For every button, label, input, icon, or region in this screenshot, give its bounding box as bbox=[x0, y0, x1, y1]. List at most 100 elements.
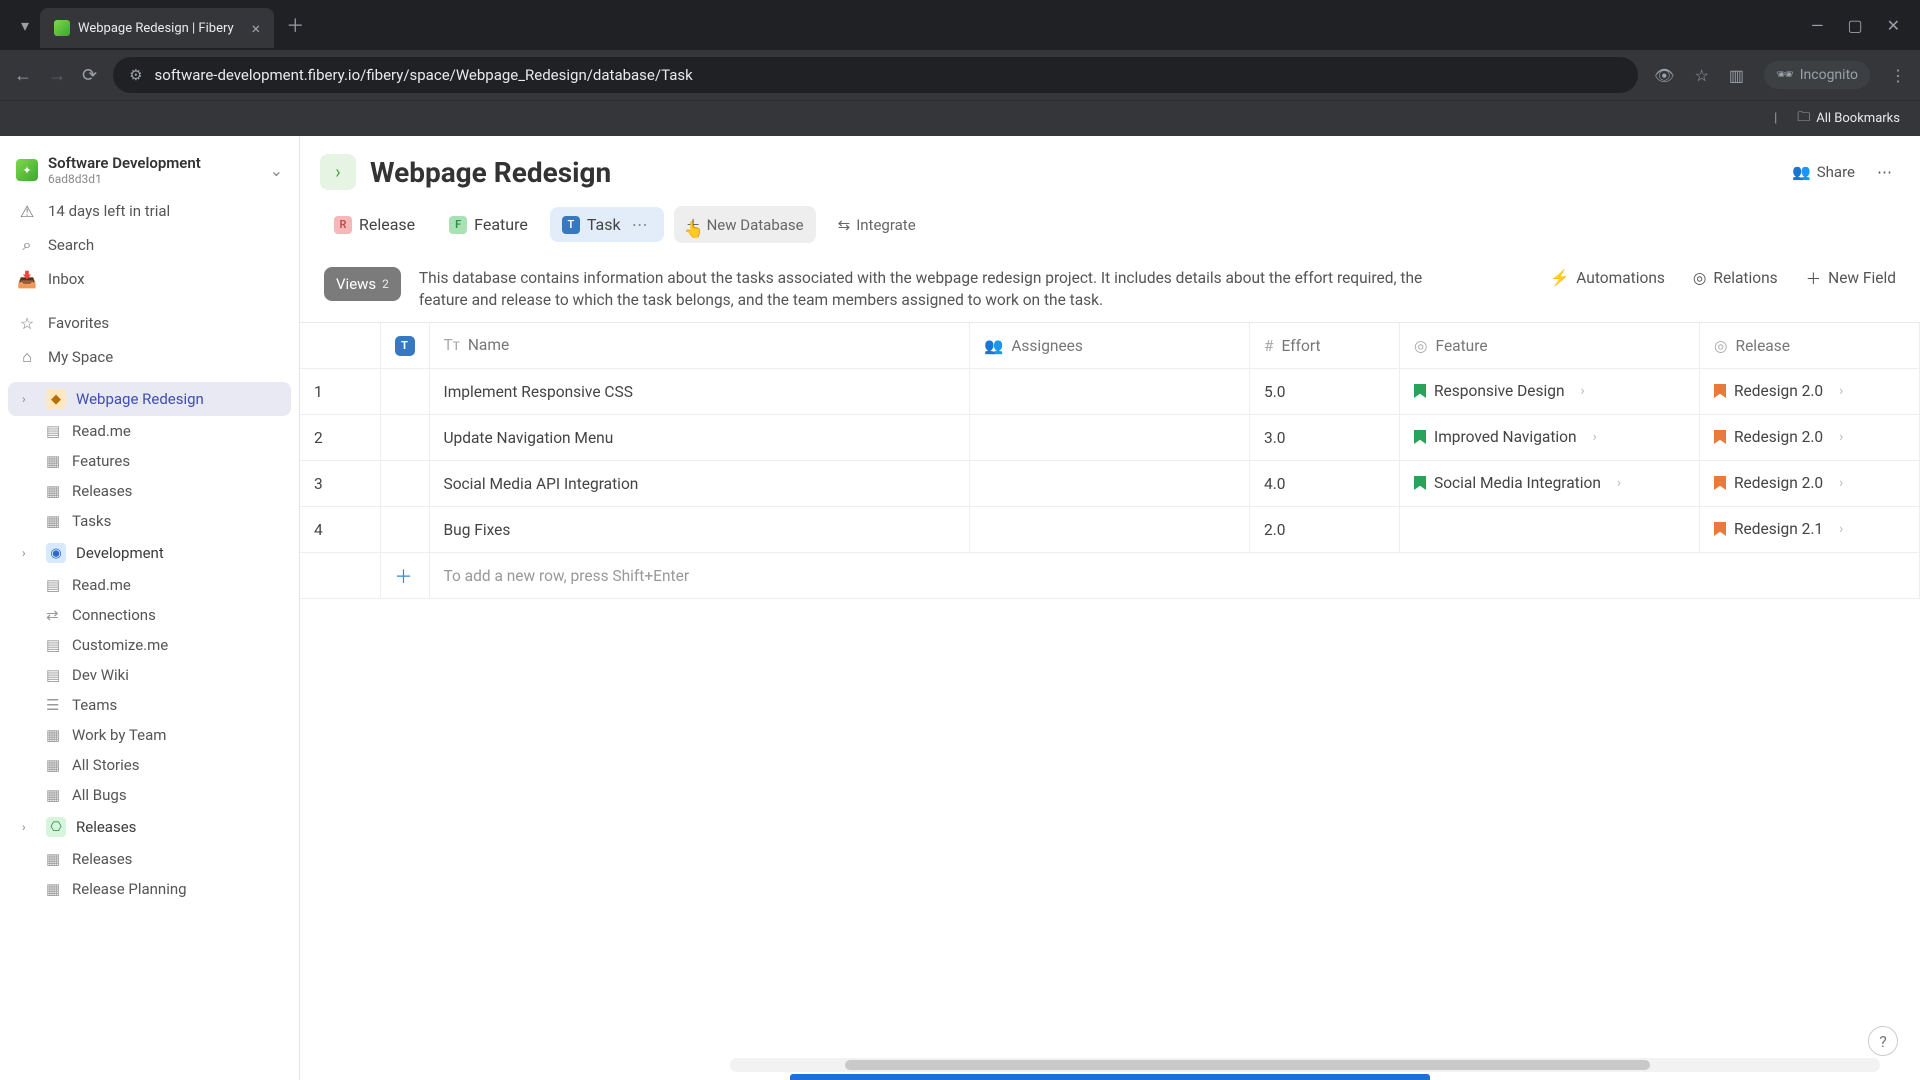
bookmark-star-icon[interactable]: ☆ bbox=[1694, 66, 1708, 85]
workspace-switcher[interactable]: Software Development 6ad8d3d1 ⌄ bbox=[0, 146, 299, 194]
dev-child-connections[interactable]: ⇄Connections bbox=[0, 600, 299, 630]
cell-name[interactable]: Implement Responsive CSS bbox=[429, 369, 970, 415]
chevron-right-icon[interactable]: › bbox=[1839, 429, 1843, 445]
dev-child-allstories[interactable]: ▦All Stories bbox=[0, 750, 299, 780]
cell-release[interactable]: Redesign 2.0› bbox=[1700, 369, 1920, 415]
chevron-down-icon[interactable]: ⌄ bbox=[270, 161, 283, 180]
space-child-tasks[interactable]: ▦Tasks bbox=[0, 506, 299, 536]
cell-feature[interactable]: Social Media Integration› bbox=[1400, 461, 1700, 507]
chevron-right-icon[interactable]: › bbox=[1839, 475, 1843, 491]
tab-release[interactable]: R Release bbox=[322, 207, 427, 242]
add-row[interactable]: ＋To add a new row, press Shift+Enter bbox=[300, 553, 1920, 599]
url-bar[interactable]: ⚙ software-development.fibery.io/fibery/… bbox=[113, 57, 1638, 93]
cell-release[interactable]: Redesign 2.1› bbox=[1700, 507, 1920, 553]
close-tab-icon[interactable]: × bbox=[252, 19, 261, 38]
column-feature[interactable]: ◎Feature bbox=[1400, 323, 1700, 369]
cell-effort[interactable]: 3.0 bbox=[1250, 415, 1400, 461]
incognito-indicator[interactable]: 🕶 Incognito bbox=[1764, 61, 1870, 89]
dev-child-readme[interactable]: ▤Read.me bbox=[0, 570, 299, 600]
space-releases[interactable]: › ⎔ Releases bbox=[8, 810, 291, 844]
share-button[interactable]: 👥 Share bbox=[1792, 163, 1855, 181]
space-child-releases[interactable]: ▦Releases bbox=[0, 476, 299, 506]
views-button[interactable]: Views 2 bbox=[324, 267, 401, 301]
dev-child-allbugs[interactable]: ▦All Bugs bbox=[0, 780, 299, 810]
back-icon[interactable]: ← bbox=[14, 65, 32, 86]
space-child-readme[interactable]: ▤Read.me bbox=[0, 416, 299, 446]
cell-feature[interactable] bbox=[1400, 507, 1700, 553]
trial-notice[interactable]: ⚠ 14 days left in trial bbox=[0, 194, 299, 228]
scrollbar-thumb[interactable] bbox=[845, 1060, 1650, 1070]
column-effort[interactable]: #Effort bbox=[1250, 323, 1400, 369]
cell-feature[interactable]: Improved Navigation› bbox=[1400, 415, 1700, 461]
tab-search-dropdown[interactable]: ▾ bbox=[10, 16, 40, 35]
sidebar-favorites[interactable]: ☆ Favorites bbox=[0, 306, 299, 340]
space-development[interactable]: › ◉ Development bbox=[8, 536, 291, 570]
chevron-right-icon[interactable]: › bbox=[1617, 475, 1621, 491]
sidebar-search[interactable]: ⌕ Search bbox=[0, 228, 299, 262]
page-menu-icon[interactable]: ⋯ bbox=[1877, 163, 1892, 181]
site-settings-icon[interactable]: ⚙ bbox=[129, 66, 142, 84]
cell-assignees[interactable] bbox=[970, 369, 1250, 415]
tab-task[interactable]: T Task ⋯ bbox=[550, 207, 664, 242]
add-row-plus[interactable]: ＋ bbox=[380, 553, 429, 599]
help-button[interactable]: ? bbox=[1868, 1026, 1898, 1056]
cell-release[interactable]: Redesign 2.0› bbox=[1700, 415, 1920, 461]
sidebar-inbox[interactable]: 📥 Inbox bbox=[0, 262, 299, 296]
column-name[interactable]: TᴛName bbox=[429, 323, 970, 369]
reload-icon[interactable]: ⟳ bbox=[82, 65, 97, 86]
cell-name[interactable]: Bug Fixes bbox=[429, 507, 970, 553]
cell-effort[interactable]: 5.0 bbox=[1250, 369, 1400, 415]
column-assignees[interactable]: 👥Assignees bbox=[970, 323, 1250, 369]
cell-name[interactable]: Social Media API Integration bbox=[429, 461, 970, 507]
close-window-icon[interactable]: ✕ bbox=[1887, 16, 1900, 35]
chevron-right-icon[interactable]: › bbox=[1593, 429, 1597, 445]
integrate-button[interactable]: ⇆ Integrate bbox=[826, 208, 928, 242]
chevron-right-icon[interactable]: › bbox=[22, 392, 36, 406]
chevron-right-icon[interactable]: › bbox=[1839, 383, 1843, 399]
column-release[interactable]: ◎Release bbox=[1700, 323, 1920, 369]
space-webpage-redesign[interactable]: › ◆ Webpage Redesign bbox=[8, 382, 291, 416]
cell-effort[interactable]: 2.0 bbox=[1250, 507, 1400, 553]
cell-assignees[interactable] bbox=[970, 415, 1250, 461]
tab-feature[interactable]: F Feature bbox=[437, 207, 540, 242]
all-bookmarks-link[interactable]: All Bookmarks bbox=[1816, 111, 1900, 126]
chevron-right-icon[interactable]: › bbox=[1581, 383, 1585, 399]
cell-feature[interactable]: Responsive Design› bbox=[1400, 369, 1700, 415]
automations-button[interactable]: ⚡Automations bbox=[1550, 269, 1665, 287]
sidebar-myspace[interactable]: ⌂ My Space bbox=[0, 340, 299, 374]
cell-release[interactable]: Redesign 2.0› bbox=[1700, 461, 1920, 507]
rel-child-releases[interactable]: ▦Releases bbox=[0, 844, 299, 874]
rel-child-planning[interactable]: ▦Release Planning bbox=[0, 874, 299, 904]
dev-child-devwiki[interactable]: ▤Dev Wiki bbox=[0, 660, 299, 690]
side-panel-icon[interactable]: ▥ bbox=[1729, 66, 1744, 85]
chevron-right-icon[interactable]: › bbox=[22, 820, 36, 834]
space-child-features[interactable]: ▦Features bbox=[0, 446, 299, 476]
type-column-header[interactable]: T bbox=[380, 323, 429, 369]
eye-off-icon[interactable]: 👁 bbox=[1654, 66, 1674, 85]
new-database-button[interactable]: ＋ New Database 👆 bbox=[674, 206, 816, 243]
new-tab-button[interactable]: ＋ bbox=[286, 12, 304, 38]
collapse-button[interactable]: › bbox=[320, 154, 356, 190]
browser-menu-icon[interactable]: ⋮ bbox=[1890, 66, 1906, 85]
minimize-icon[interactable]: — bbox=[1811, 16, 1824, 35]
dev-child-teams[interactable]: ☰Teams bbox=[0, 690, 299, 720]
tab-menu-icon[interactable]: ⋯ bbox=[628, 215, 652, 234]
dev-child-workbyteam[interactable]: ▦Work by Team bbox=[0, 720, 299, 750]
cell-assignees[interactable] bbox=[970, 507, 1250, 553]
chevron-right-icon[interactable]: › bbox=[1839, 521, 1843, 537]
forward-icon[interactable]: → bbox=[48, 65, 66, 86]
cell-assignees[interactable] bbox=[970, 461, 1250, 507]
table-row[interactable]: 2Update Navigation Menu3.0Improved Navig… bbox=[300, 415, 1920, 461]
maximize-icon[interactable]: ▢ bbox=[1847, 16, 1862, 35]
browser-tab[interactable]: Webpage Redesign | Fibery × bbox=[40, 8, 274, 48]
table-row[interactable]: 1Implement Responsive CSS5.0Responsive D… bbox=[300, 369, 1920, 415]
dev-child-customize[interactable]: ▤Customize.me bbox=[0, 630, 299, 660]
table-row[interactable]: 3Social Media API Integration4.0Social M… bbox=[300, 461, 1920, 507]
relations-button[interactable]: ◎Relations bbox=[1693, 269, 1778, 287]
cell-name[interactable]: Update Navigation Menu bbox=[429, 415, 970, 461]
table-row[interactable]: 4Bug Fixes2.0Redesign 2.1› bbox=[300, 507, 1920, 553]
new-field-button[interactable]: ＋New Field bbox=[1806, 267, 1896, 289]
cell-effort[interactable]: 4.0 bbox=[1250, 461, 1400, 507]
chevron-right-icon[interactable]: › bbox=[22, 546, 36, 560]
horizontal-scrollbar[interactable] bbox=[730, 1058, 1880, 1072]
